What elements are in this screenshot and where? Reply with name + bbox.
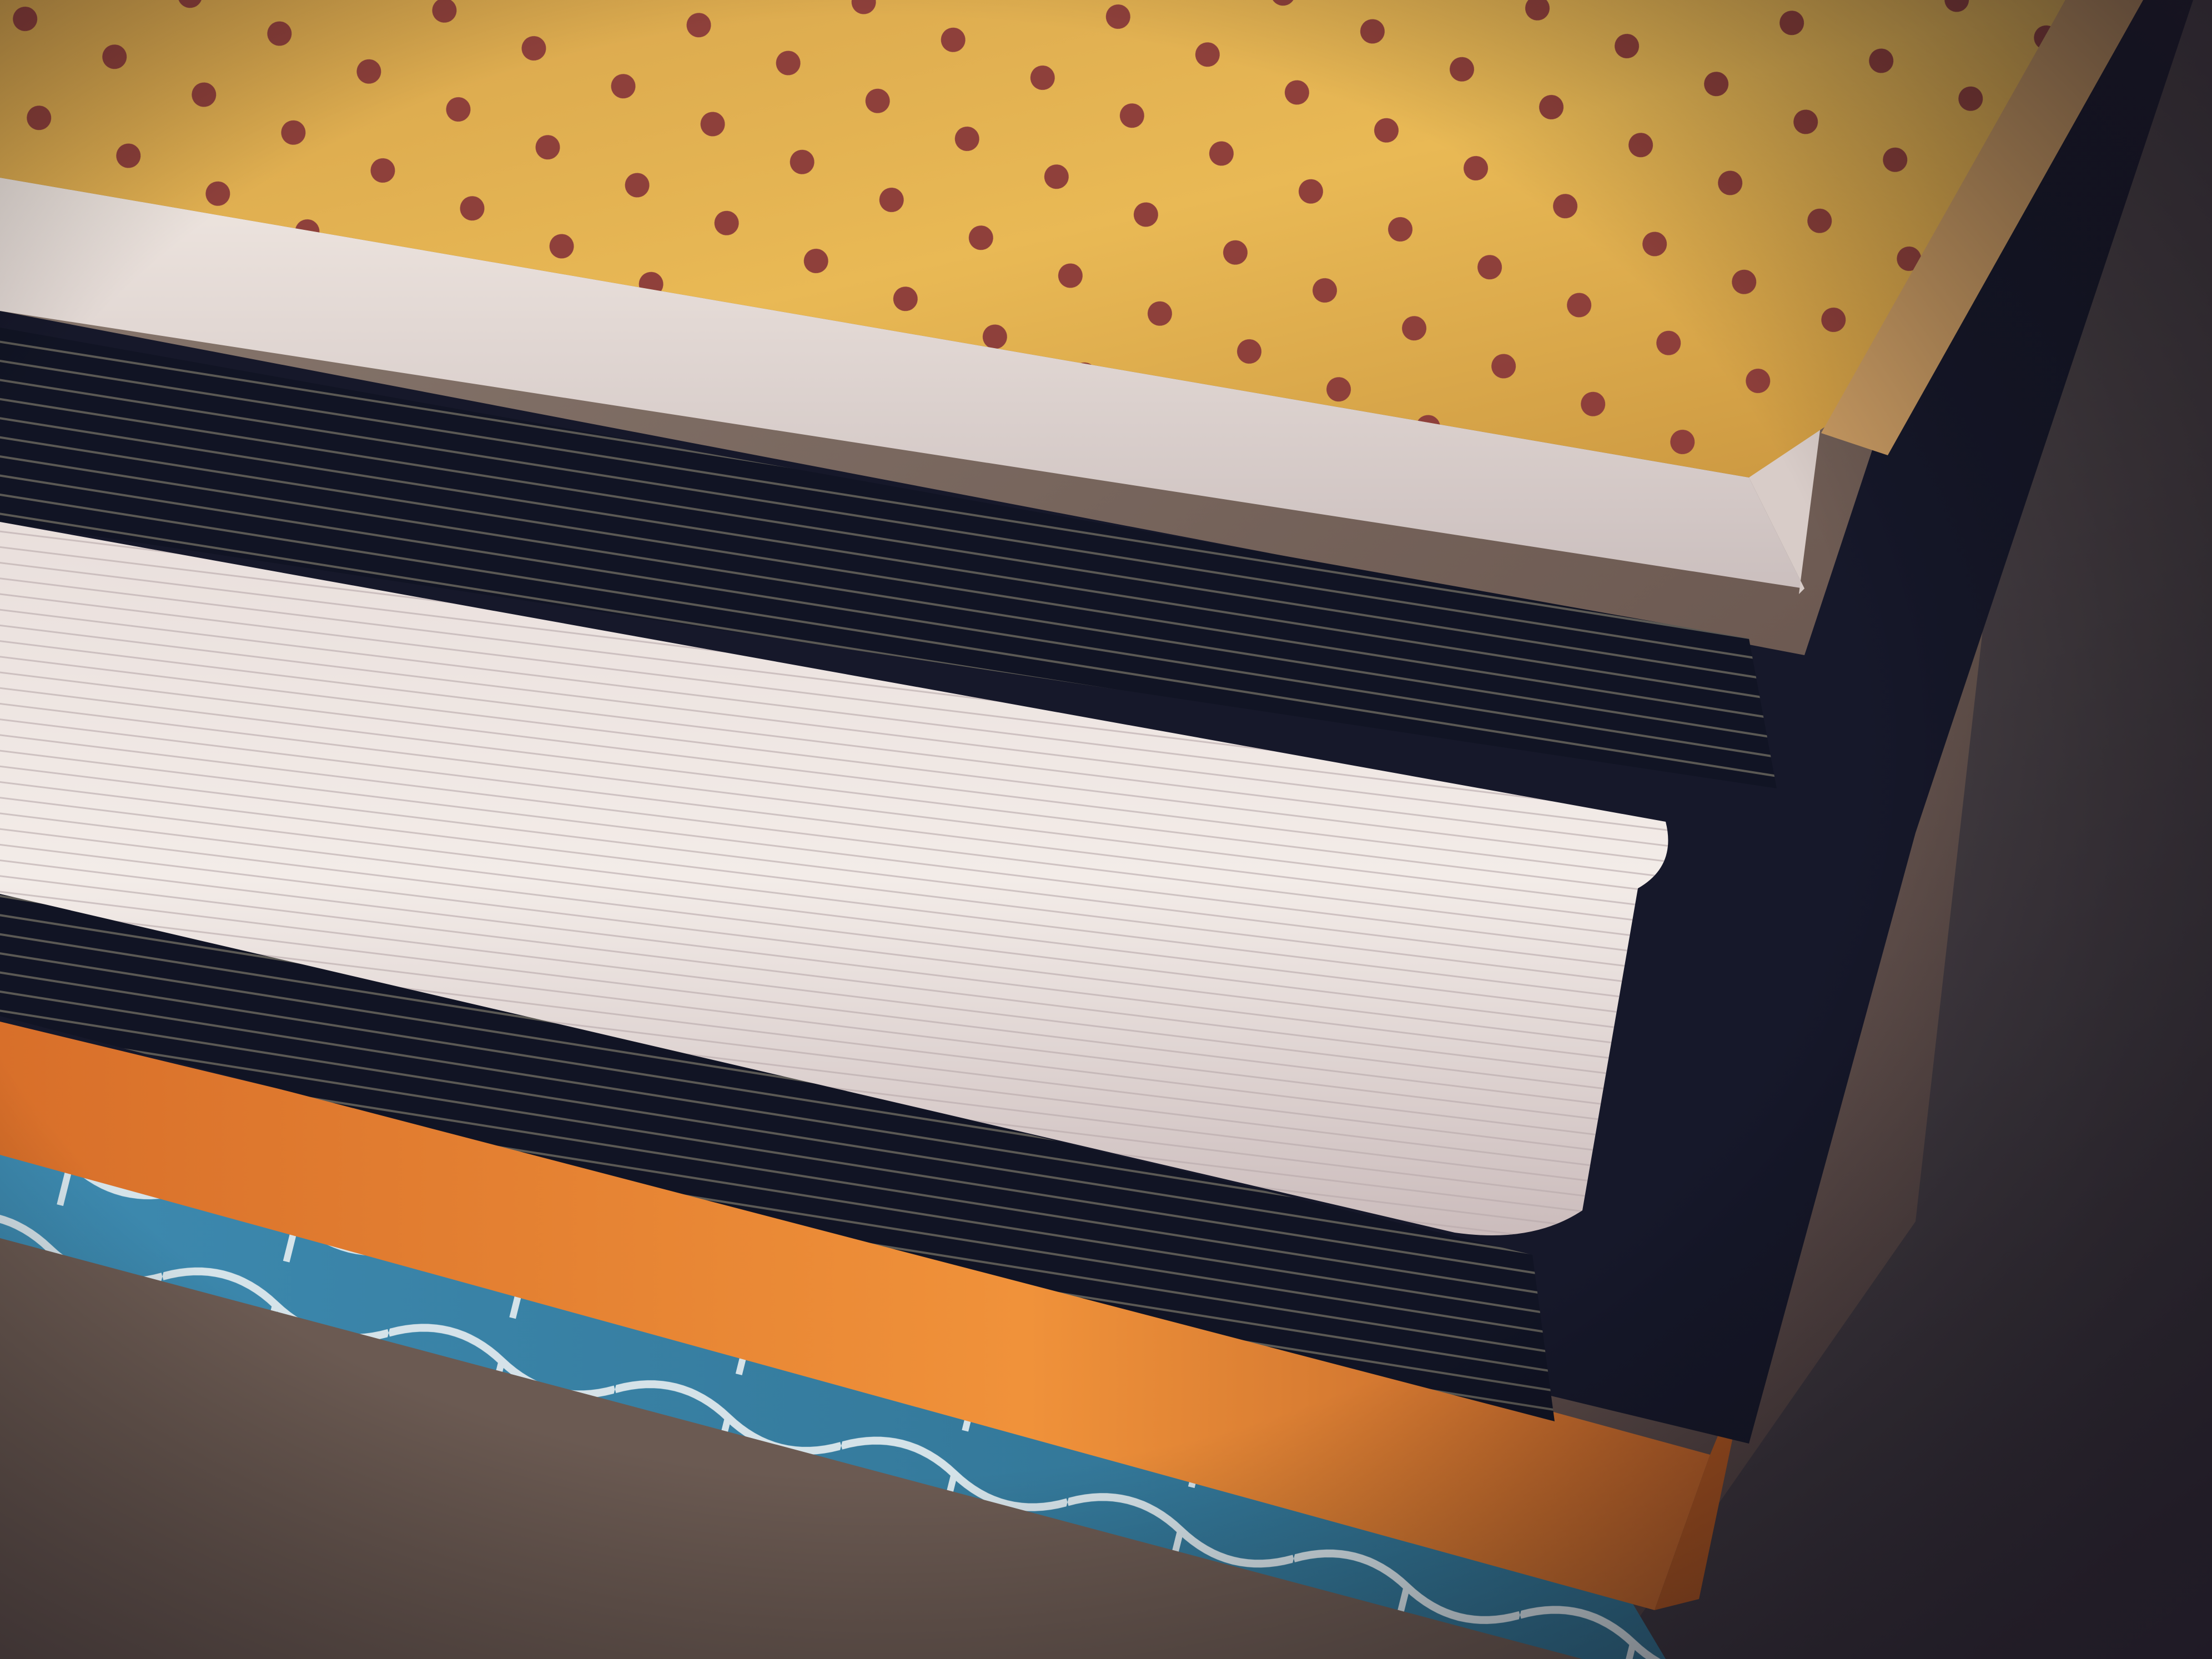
vignette-overlay bbox=[0, 0, 2212, 1659]
book-stack-illustration bbox=[0, 0, 2212, 1659]
photo-scene bbox=[0, 0, 2212, 1659]
